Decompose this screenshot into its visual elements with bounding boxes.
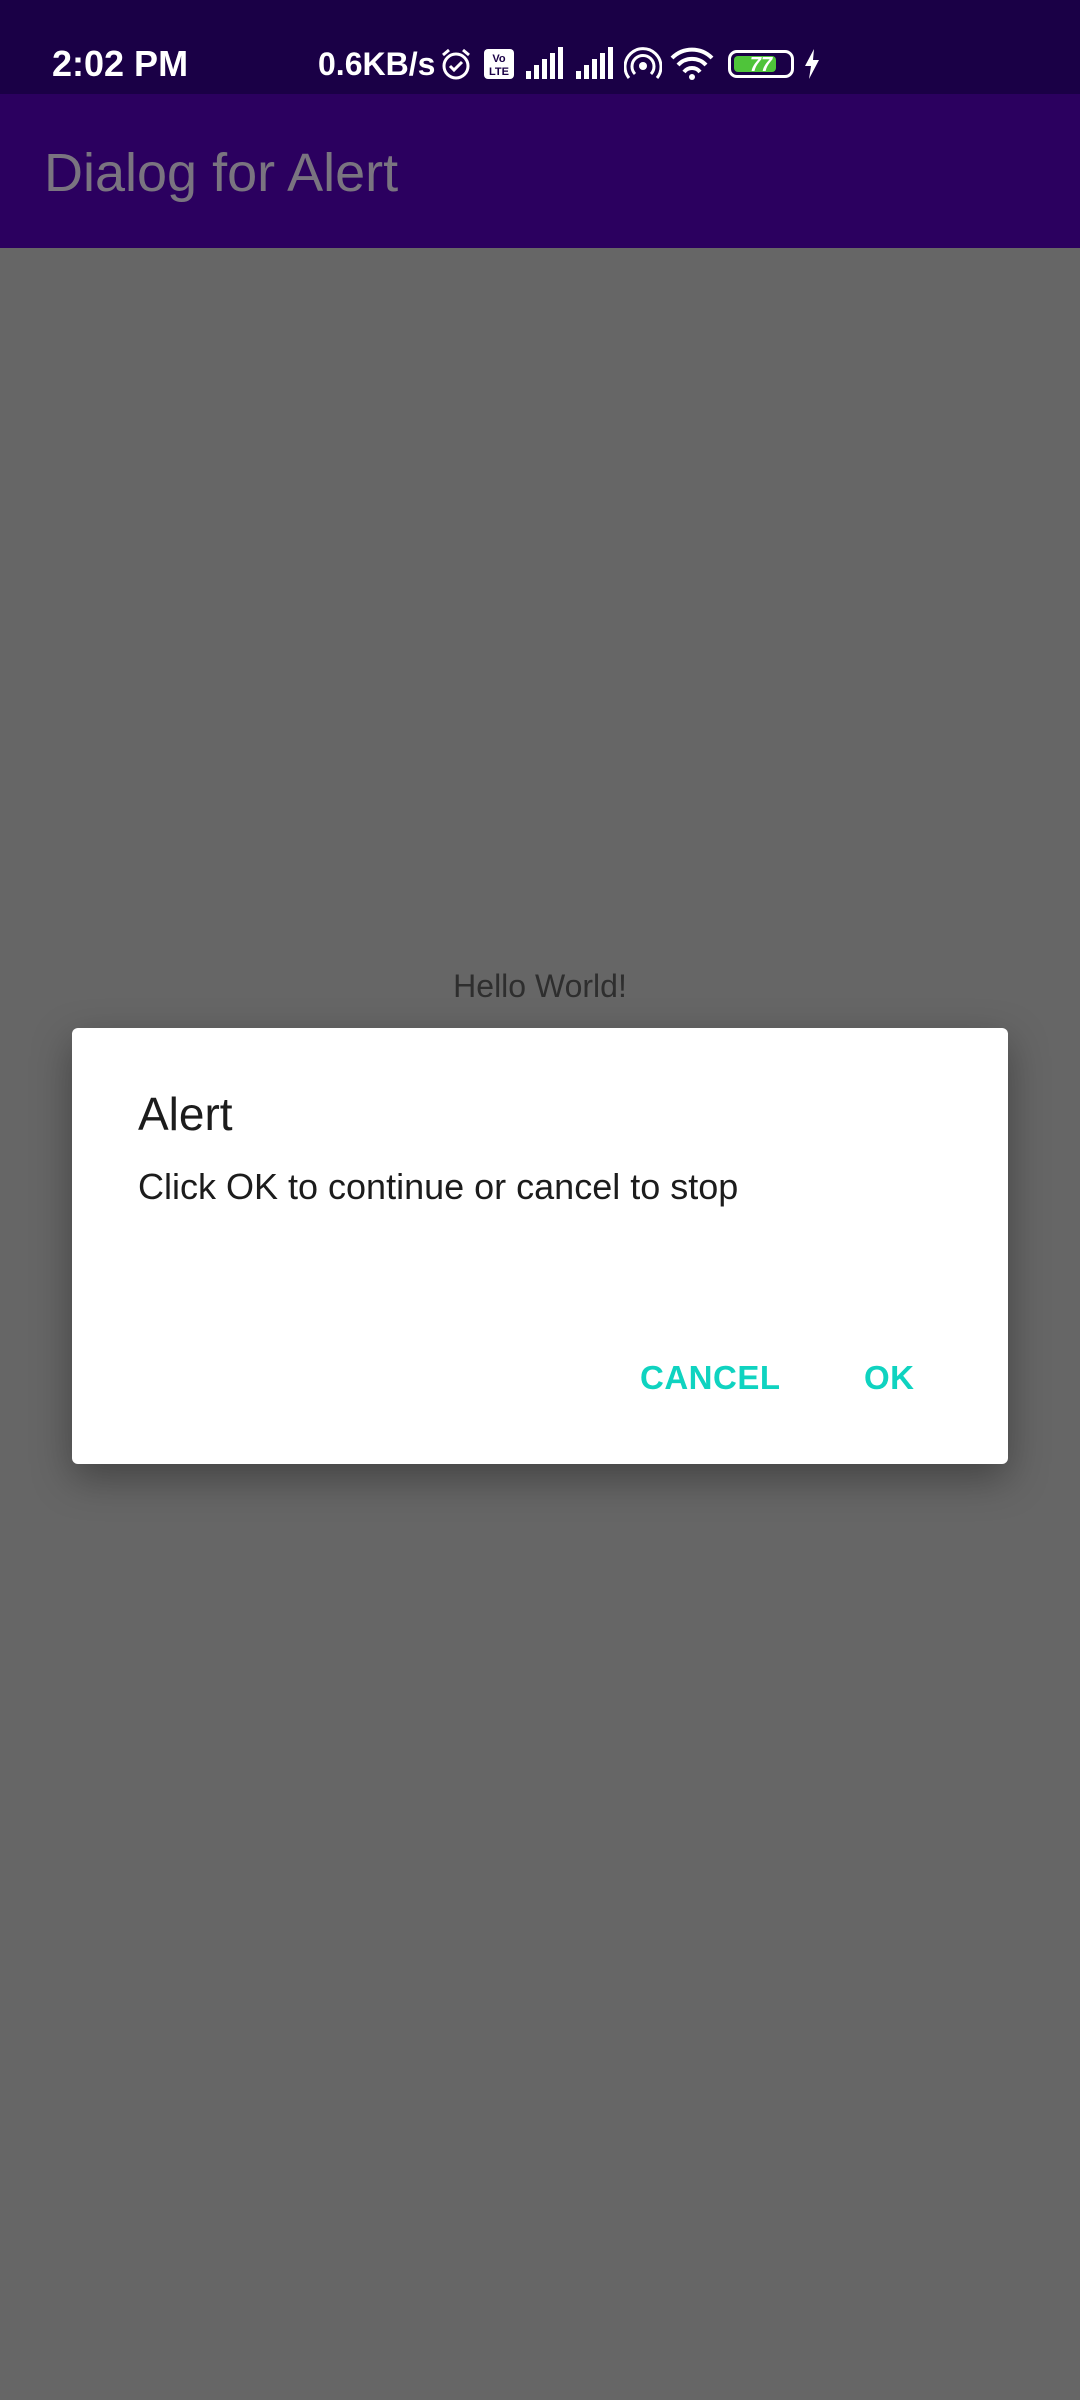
alarm-icon xyxy=(438,46,474,82)
signal-icon xyxy=(574,47,616,81)
volte-icon: Vo LTE xyxy=(482,47,516,81)
status-bar: 2:02 PM 0.6KB/s Vo LTE 77 xyxy=(0,0,1080,94)
battery-level: 77 xyxy=(749,54,773,76)
alert-dialog: Alert Click OK to continue or cancel to … xyxy=(72,1028,1008,1464)
battery-icon: 77 xyxy=(728,50,794,78)
svg-text:LTE: LTE xyxy=(489,66,509,78)
status-time: 2:02 PM xyxy=(52,43,189,84)
app-bar: Dialog for Alert xyxy=(0,94,1080,248)
hotspot-icon xyxy=(624,47,662,81)
cancel-button[interactable]: CANCEL xyxy=(640,1346,781,1410)
charging-icon xyxy=(802,48,822,80)
dialog-title: Alert xyxy=(138,1088,233,1140)
signal-icon xyxy=(524,47,566,81)
dialog-message: Click OK to continue or cancel to stop xyxy=(138,1166,739,1207)
hello-text: Hello World! xyxy=(453,968,627,1004)
status-icons: Vo LTE 77 xyxy=(438,44,822,84)
svg-text:Vo: Vo xyxy=(492,53,506,65)
wifi-icon xyxy=(670,47,714,81)
network-speed: 0.6KB/s xyxy=(318,46,436,82)
app-title: Dialog for Alert xyxy=(44,143,399,203)
ok-button[interactable]: OK xyxy=(864,1346,915,1410)
